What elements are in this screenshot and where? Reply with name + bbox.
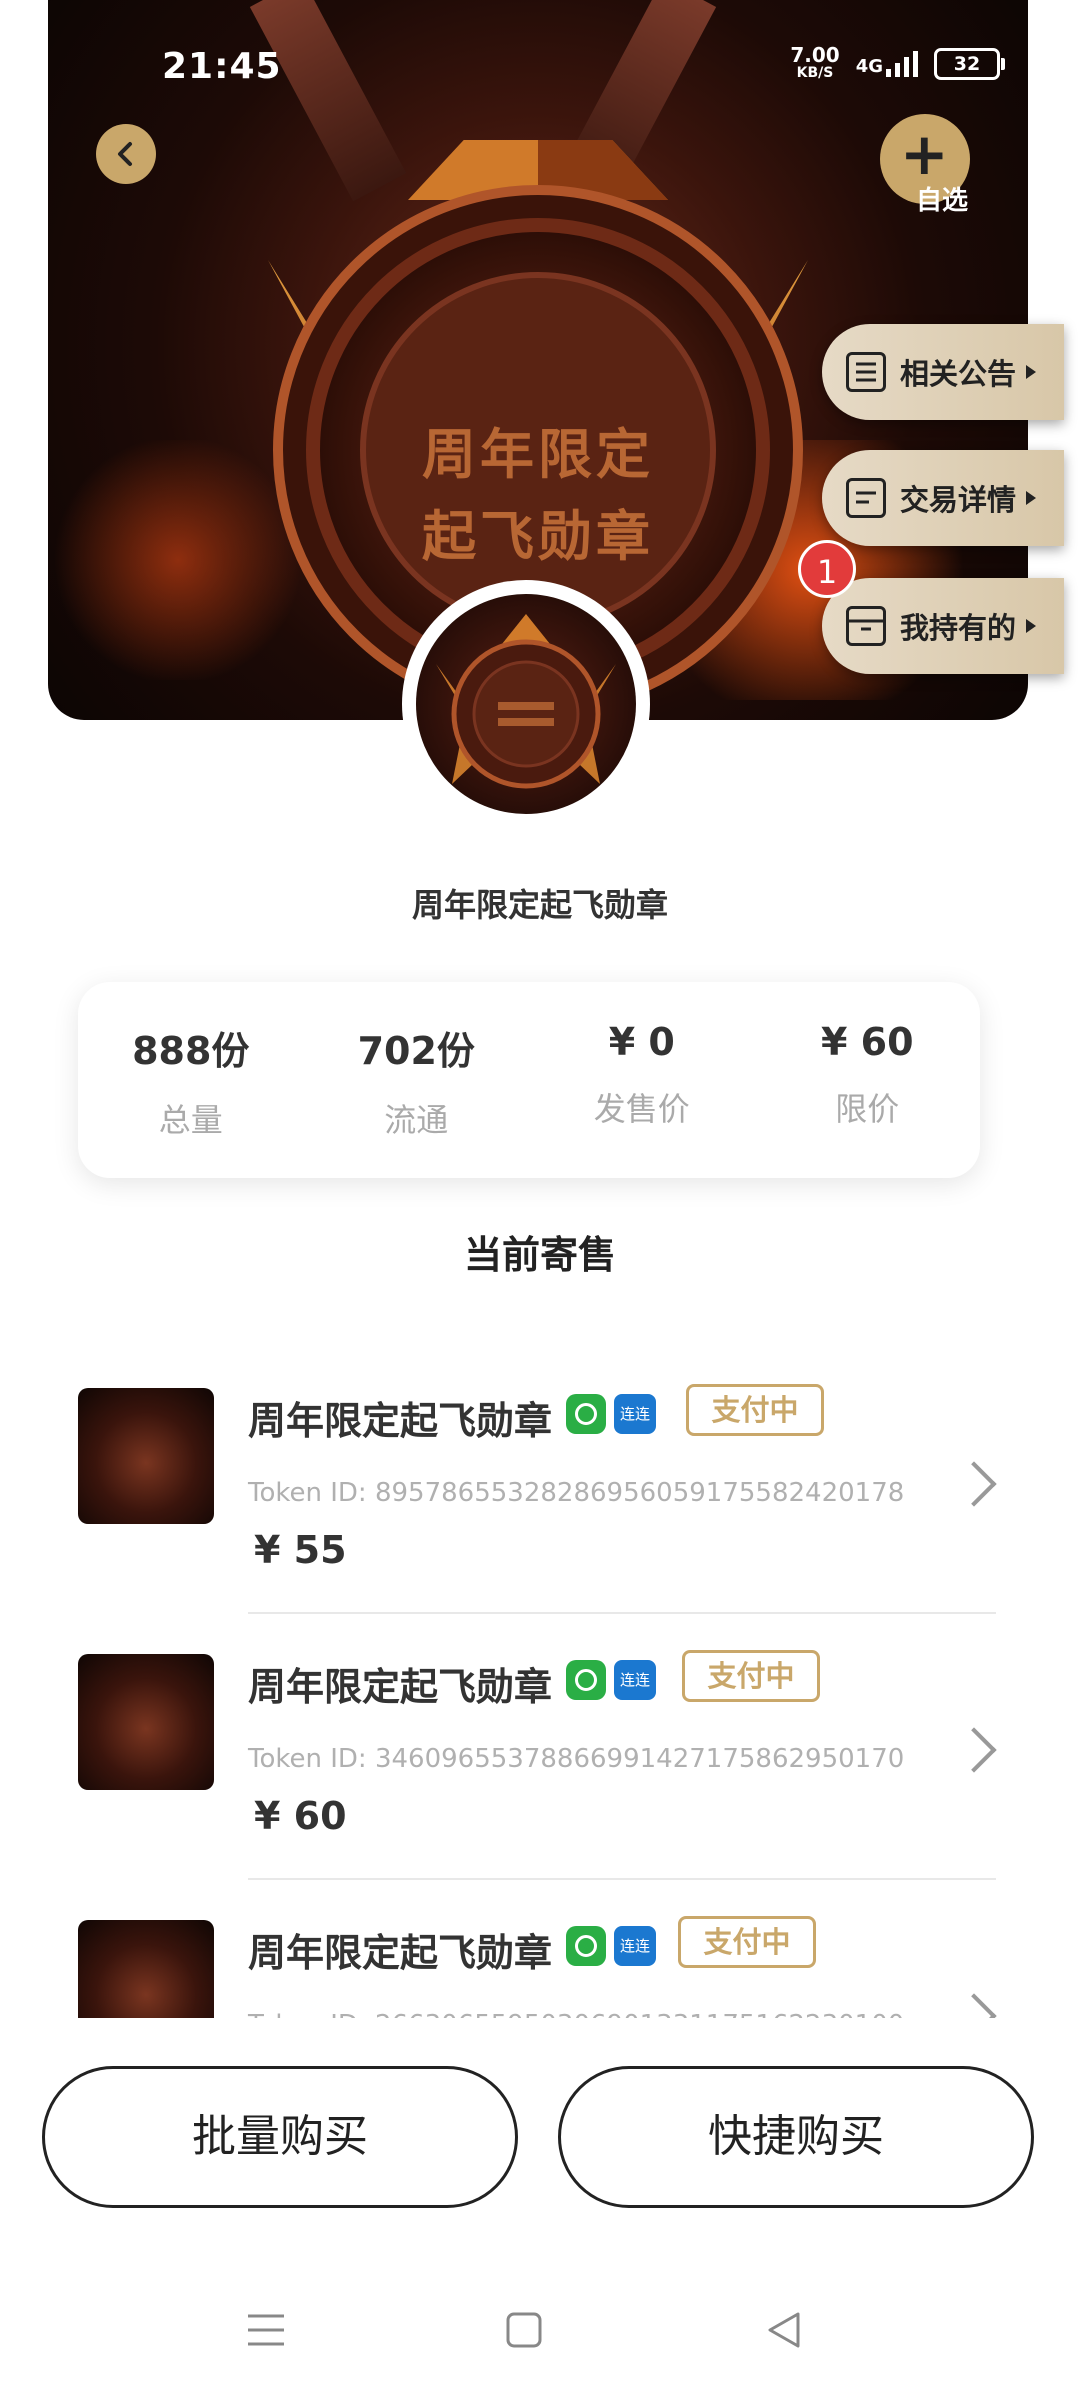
side-button-label: 交易详情 xyxy=(900,483,1017,517)
consignment-list[interactable]: 周年限定起飞勋章 连连 支付中 Token ID: 89578655328286… xyxy=(0,1360,1080,2018)
status-badge: 支付中 xyxy=(678,1916,816,1968)
item-price: ¥ 55 xyxy=(254,1528,347,1572)
chevron-right-icon xyxy=(951,1461,997,1507)
stat-label: 限价 xyxy=(835,1090,900,1128)
status-badge: 支付中 xyxy=(682,1650,820,1702)
stat-total: 888份 总量 xyxy=(78,982,304,1178)
stats-card: 888份 总量 702份 流通 ¥ 0 发售价 ¥ 60 限价 xyxy=(78,982,980,1178)
triangle-right-icon xyxy=(1026,365,1037,379)
triangle-right-icon xyxy=(1026,619,1037,633)
back-nav-icon[interactable] xyxy=(764,2310,804,2350)
wechat-pay-icon xyxy=(566,1394,606,1434)
battery-icon: 32 xyxy=(934,48,1005,80)
wechat-pay-icon xyxy=(566,1926,606,1966)
holdings-count-badge: 1 xyxy=(798,540,856,598)
token-id: Token ID: 266306559503069013311751622301… xyxy=(248,2010,904,2018)
status-indicators: 7.00 KB/S 4G 32 xyxy=(790,43,1005,82)
trade-details-button[interactable]: 交易详情 xyxy=(822,450,1064,546)
stat-label: 流通 xyxy=(384,1101,449,1139)
item-title: 周年限定起飞勋章 xyxy=(248,1399,553,1443)
product-name: 周年限定起飞勋章 xyxy=(411,886,668,924)
stat-label: 发售价 xyxy=(593,1090,690,1128)
net-speed-value: 7.00 xyxy=(790,43,840,67)
favorite-label: 自选 xyxy=(916,186,969,216)
stat-issue-price: ¥ 0 发售价 xyxy=(529,982,755,1178)
signal-icon: 4G xyxy=(856,51,918,77)
list-item[interactable]: 周年限定起飞勋章 连连 支付中 Token ID: 89578655328286… xyxy=(0,1360,1080,1628)
stat-value: ¥ 60 xyxy=(820,1020,914,1064)
network-speed: 7.00 KB/S xyxy=(790,43,840,82)
medal-thumbnail-icon xyxy=(78,1920,214,2018)
side-button-label: 我持有的 xyxy=(900,611,1017,645)
side-button-label: 相关公告 xyxy=(900,357,1017,391)
stat-value: ¥ 0 xyxy=(608,1020,675,1064)
home-icon[interactable] xyxy=(504,2310,544,2350)
token-id: Token ID: 895786553282869560591755824201… xyxy=(248,1478,905,1508)
plus-icon: + xyxy=(900,120,949,188)
status-badge: 支付中 xyxy=(686,1384,824,1436)
item-title: 周年限定起飞勋章 xyxy=(248,1931,553,1975)
lianlian-pay-tag: 连连 xyxy=(614,1660,656,1700)
medal-thumbnail-icon xyxy=(436,614,616,789)
back-button[interactable] xyxy=(96,124,156,184)
list-item[interactable]: 周年限定起飞勋章 连连 支付中 Token ID: 34609655378866… xyxy=(0,1626,1080,1894)
stat-value: 888份 xyxy=(132,1029,250,1073)
stat-circulation: 702份 流通 xyxy=(304,982,530,1178)
menu-icon[interactable] xyxy=(246,2310,286,2350)
divider xyxy=(248,1878,996,1880)
list-icon xyxy=(846,352,886,392)
chevron-right-icon xyxy=(951,1993,997,2018)
document-icon xyxy=(846,478,886,518)
token-id: Token ID: 346096553788669914271758629501… xyxy=(248,1744,905,1774)
triangle-right-icon xyxy=(1026,491,1037,505)
lianlian-pay-tag: 连连 xyxy=(614,1394,656,1434)
lianlian-pay-tag: 连连 xyxy=(614,1926,656,1966)
list-item[interactable]: 周年限定起飞勋章 连连 支付中 Token ID: 26630655950306… xyxy=(0,1892,1080,2018)
chevron-right-icon xyxy=(951,1727,997,1773)
wechat-pay-icon xyxy=(566,1660,606,1700)
chevron-left-icon xyxy=(118,142,132,166)
my-holdings-button[interactable]: 我持有的 xyxy=(822,578,1064,674)
net-speed-unit: KB/S xyxy=(796,65,834,81)
box-icon xyxy=(846,606,886,646)
add-favorite-button[interactable]: + 自选 xyxy=(880,114,970,216)
status-time: 21:45 xyxy=(162,46,282,87)
medal-thumbnail-icon xyxy=(78,1654,214,1790)
product-avatar xyxy=(402,580,650,828)
stat-label: 总量 xyxy=(158,1101,223,1139)
stat-price-limit: ¥ 60 限价 xyxy=(755,982,981,1178)
divider xyxy=(248,1612,996,1614)
quick-buy-button[interactable]: 快捷购买 xyxy=(558,2066,1034,2208)
related-announcements-button[interactable]: 相关公告 xyxy=(822,324,1064,420)
section-title: 当前寄售 xyxy=(463,1233,616,1277)
item-title: 周年限定起飞勋章 xyxy=(248,1665,553,1709)
signal-type: 4G xyxy=(855,56,883,77)
stat-value: 702份 xyxy=(357,1029,475,1073)
batch-buy-button[interactable]: 批量购买 xyxy=(42,2066,518,2208)
medal-thumbnail-icon xyxy=(78,1388,214,1524)
item-price: ¥ 60 xyxy=(254,1794,347,1838)
